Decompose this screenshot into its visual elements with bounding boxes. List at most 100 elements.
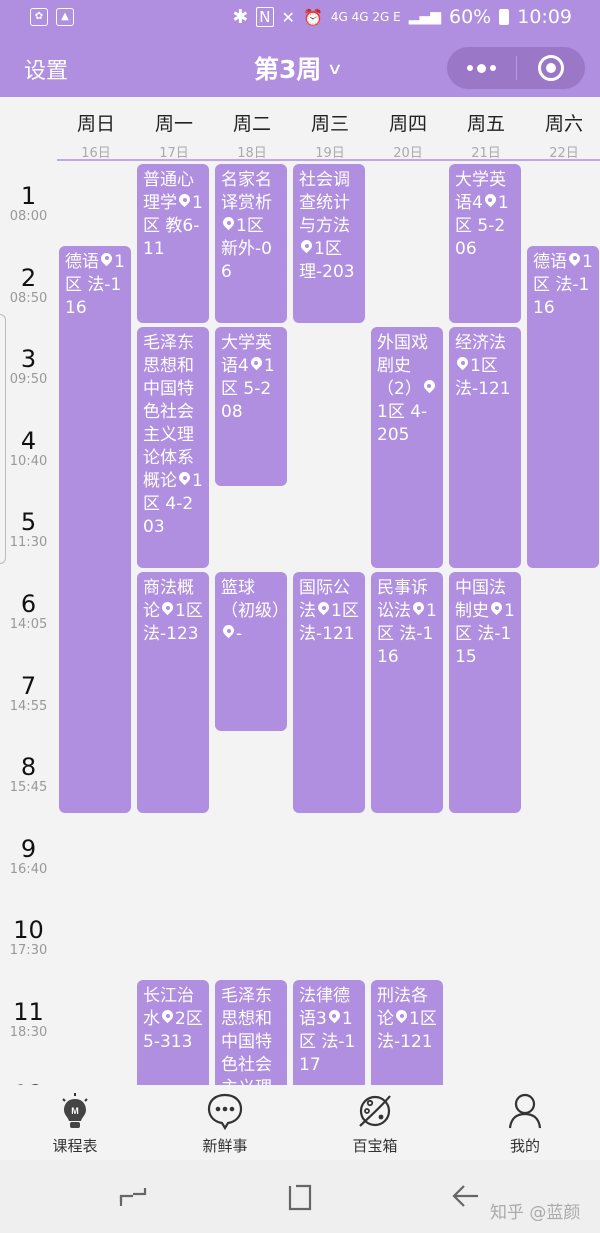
weekday-name: 周一 (154, 113, 193, 135)
recent-apps-icon[interactable] (115, 1182, 151, 1212)
course-card[interactable]: 篮球（初级） - (215, 572, 287, 732)
period-time: 18:30 (9, 1025, 48, 1040)
period-time: 08:00 (9, 209, 48, 224)
weekday-name: 周二 (232, 113, 271, 135)
tab-bar: M 课程表 新鲜事 百宝箱 我的 (0, 1085, 600, 1160)
watermark: 知乎 @蓝颜 (490, 1203, 581, 1223)
bluetooth-icon: ✱ (232, 6, 249, 28)
day-header: 周日 16日 周一 17日 周二 18日 周三 19日 周四 20日 周五 21日 周六 22日 (57, 97, 600, 161)
location-pin-icon (569, 253, 580, 268)
course-card[interactable]: 大学英语4 1区 5-208 (215, 327, 287, 487)
location-pin-icon (101, 253, 112, 268)
gallery-icon: ▲ (56, 8, 74, 26)
period-slot: 1 08:00 (0, 182, 57, 224)
network-label: 4G 4G 2G E (330, 10, 401, 24)
tab-profile[interactable]: 我的 (465, 1091, 585, 1156)
tab-label: 新鲜事 (202, 1137, 248, 1155)
tab-news[interactable]: 新鲜事 (165, 1091, 285, 1156)
period-slot: 10 17:30 (0, 916, 57, 958)
course-card[interactable]: 名家名译赏析1区 新外-06 (215, 164, 287, 324)
course-card[interactable]: 经济法1区 法-121 (449, 327, 521, 568)
period-time: 17:30 (9, 943, 48, 959)
course-card[interactable]: 毛泽东思想和中国特色社会主义理论体系概论 1区 4-203 (137, 327, 209, 568)
course-card[interactable]: 普通心理学 1区 教6-11 (137, 164, 209, 324)
user-icon (465, 1091, 585, 1131)
tab-label: 百宝箱 (352, 1137, 398, 1155)
tab-label: 我的 (509, 1137, 540, 1155)
period-number: 2 (20, 263, 37, 292)
day-column-header: 周一 17日 (135, 97, 213, 161)
location-pin-icon (457, 357, 468, 372)
course-card[interactable]: 长江治水 2区 5-313 (137, 980, 209, 1085)
period-slot: 2 08:50 (0, 264, 57, 306)
course-name: 名家名译赏析 (221, 170, 272, 213)
course-card[interactable]: 民事诉讼法 1区 法-116 (371, 572, 443, 813)
period-time: 11:30 (9, 535, 48, 551)
period-number: 10 (13, 916, 44, 945)
period-number: 1 (20, 182, 37, 210)
day-column-header: 周五 21日 (447, 97, 525, 161)
back-icon[interactable] (448, 1182, 484, 1212)
tab-timetable[interactable]: M 课程表 (15, 1091, 135, 1156)
course-card[interactable]: 刑法各论 1区 法-121 (371, 980, 443, 1085)
course-location: 1区 4-205 (377, 402, 428, 446)
course-card[interactable]: 大学英语4 1区 5-206 (449, 164, 521, 324)
day-column-header: 周四 20日 (369, 97, 447, 161)
period-number: 7 (20, 671, 37, 700)
course-card[interactable]: 中国法制史 1区 法-115 (449, 572, 521, 813)
mute-icon: ✕ (281, 7, 295, 27)
course-name: 经济法 (455, 333, 506, 354)
weekday-name: 周四 (388, 113, 427, 135)
lightbulb-icon: M (15, 1091, 135, 1131)
period-slot: 3 09:50 (0, 345, 57, 387)
course-card[interactable]: 商法概论 1区 法-123 (137, 572, 209, 813)
course-card[interactable]: 外国戏剧史（2）1区 4-205 (371, 327, 443, 568)
course-card[interactable]: 国际公法 1区 法-121 (293, 572, 365, 813)
period-slot: 4 10:40 (0, 427, 57, 469)
period-number: 5 (20, 508, 37, 537)
nav-bar: 设置 第3周 ∨ (0, 37, 600, 97)
course-card[interactable]: 德语 1区 法-116 (527, 245, 599, 568)
period-time: 09:50 (9, 372, 48, 388)
period-number: 11 (13, 998, 44, 1026)
course-name: 社会调查统计与方法 (299, 170, 350, 236)
status-bar: ✿ ▲ ✱ N ✕ ⏰ 4G 4G 2G E ▂▄▆ 60% 10:09 (0, 0, 600, 37)
tab-toolbox[interactable]: 百宝箱 (315, 1091, 435, 1156)
period-slot: 6 14:05 (0, 590, 57, 632)
course-card[interactable]: 德语 1区 法-116 (59, 245, 131, 813)
course-card[interactable]: 法律德语3 1区 法-117 (293, 980, 365, 1085)
home-icon[interactable] (282, 1182, 318, 1212)
week-label: 第3周 (254, 55, 322, 84)
period-slot: 8 15:45 (0, 753, 57, 795)
location-pin-icon (329, 1010, 340, 1025)
location-pin-icon (179, 194, 190, 209)
course-name: 德语 (65, 251, 99, 272)
edge-drag-handle[interactable] (0, 314, 6, 564)
weekday-name: 周六 (544, 113, 583, 135)
day-column-header: 周二 18日 (213, 97, 291, 161)
location-pin-icon (491, 602, 502, 617)
location-pin-icon (318, 602, 329, 617)
battery-icon (499, 9, 510, 25)
course-name: 毛泽东思想和中国特色社会主义理论体系概论 (221, 986, 272, 1085)
target-circle-icon (537, 55, 564, 81)
weekday-name: 周三 (310, 113, 349, 135)
period-time: 14:55 (9, 698, 48, 714)
settings-button[interactable]: 设置 (24, 53, 68, 85)
day-column-header: 周日 16日 (57, 97, 135, 161)
paw-app-icon: ✿ (30, 8, 48, 26)
chat-bubble-icon (165, 1091, 285, 1131)
battery-percent: 60% (449, 6, 492, 28)
course-card[interactable]: 社会调查统计与方法1区 理-203 (293, 164, 365, 324)
week-selector[interactable]: 第3周 ∨ (254, 50, 343, 86)
location-pin-icon (424, 380, 435, 395)
location-pin-icon (301, 240, 312, 255)
course-card[interactable]: 毛泽东思想和中国特色社会主义理论体系概论 (215, 980, 287, 1085)
location-pin-icon (413, 602, 424, 617)
day-column-header: 周六 22日 (525, 97, 600, 161)
location-pin-icon (485, 194, 496, 209)
period-time: 15:45 (9, 780, 48, 796)
close-button[interactable] (517, 47, 586, 89)
system-nav-bar: 知乎 @蓝颜 (0, 1160, 600, 1233)
more-button[interactable] (447, 47, 516, 89)
